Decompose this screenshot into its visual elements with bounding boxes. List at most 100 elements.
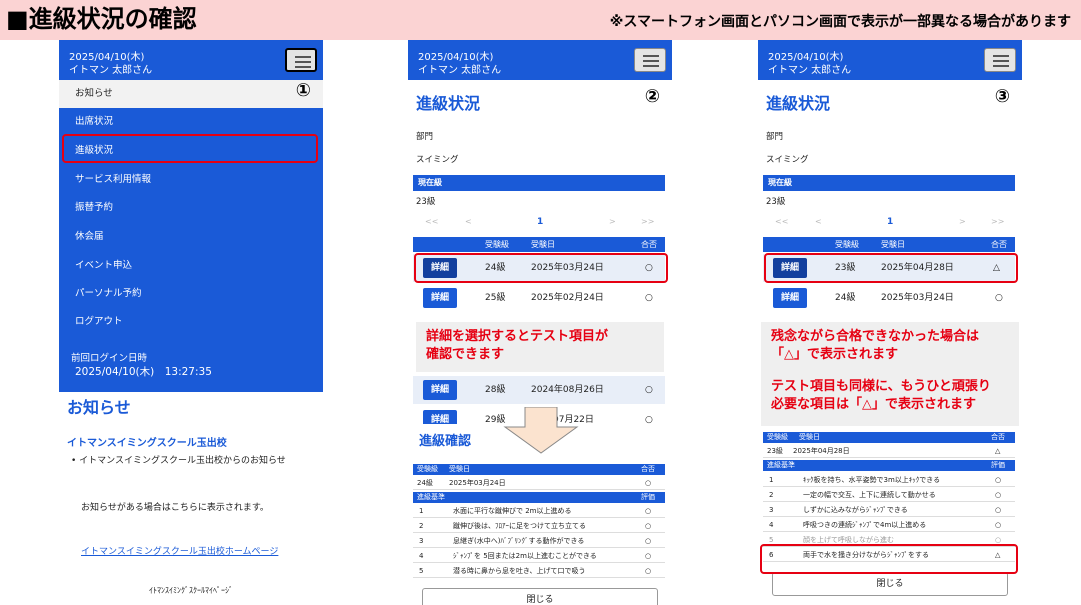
footer-text: ｲﾄﾏﾝｽｲﾐﾝｸﾞｽｸｰﾙﾏｲﾍﾟｰｼﾞ: [149, 586, 233, 595]
criteria-number: 5: [419, 567, 424, 575]
criteria-text: 一定の幅で交互、上下に連続して動かせる: [803, 491, 936, 499]
hamburger-menu-button[interactable]: [984, 48, 1016, 72]
criteria-header: 進級基準 評価: [763, 460, 1015, 471]
criteria-header: 進級基準 評価: [413, 492, 665, 503]
col-result: 合否: [641, 465, 655, 473]
sidebar-item-suspension[interactable]: 休会届: [59, 223, 323, 251]
col-grade: 受験級: [485, 240, 509, 249]
homepage-link[interactable]: イトマンスイミングスクール玉出校ホームページ: [81, 544, 278, 557]
criteria-result: ○: [995, 491, 1002, 499]
row-grade: 28級: [485, 385, 506, 395]
close-button[interactable]: 閉じる: [772, 572, 1008, 596]
modal-row: 23級 2025年04月28日 △: [763, 444, 1015, 458]
hamburger-menu-button[interactable]: [634, 48, 666, 72]
criteria-text: 息継ぎ(水中へ)ﾊﾞﾌﾞﾘﾝｸﾞする動作ができる: [453, 537, 585, 545]
row-result: △: [995, 447, 1001, 455]
criteria-result: ○: [995, 506, 1002, 514]
header-user: イトマン 太郎さん: [69, 65, 153, 76]
app-header: 2025/04/10(木) イトマン 太郎さん: [758, 40, 1022, 80]
callout-line: 必要な項目は「△」で表示されます: [771, 397, 976, 412]
banner-note: ※スマートフォン画面とパソコン画面で表示が一部異なる場合があります: [609, 14, 1071, 30]
callout-line: 残念ながら合格できなかった場合は: [771, 329, 980, 344]
detail-modal: 受験級 受験日 合否 23級 2025年04月28日 △ 進級基準 評価 1 ｷ…: [763, 430, 1015, 605]
instruction-callout: 残念ながら合格できなかった場合は 「△」で表示されます テスト項目も同様に、もう…: [761, 322, 1019, 426]
pager-last[interactable]: >>: [641, 217, 654, 226]
callout-line: 確認できます: [426, 347, 505, 362]
sidebar-item-transfer[interactable]: 振替予約: [59, 194, 323, 222]
news-info: お知らせがある場合はこちらに表示されます。: [81, 503, 269, 513]
row-result: ○: [645, 293, 653, 303]
pager-next[interactable]: >: [609, 217, 616, 226]
modal-row: 24級 2025年03月24日 ○: [413, 476, 665, 490]
criteria-result: ○: [645, 537, 652, 545]
current-grade-bar: 現在級: [763, 175, 1015, 191]
modal-header: 受験級 受験日 合否: [413, 464, 665, 475]
table-header: 受験級 受験日 合否: [413, 237, 665, 252]
pager-current[interactable]: 1: [887, 217, 893, 227]
pager-first[interactable]: <<: [425, 217, 438, 226]
sidebar-item-event[interactable]: イベント申込: [59, 252, 323, 280]
step-number: ③: [994, 86, 1010, 107]
criteria-number: 4: [419, 552, 424, 560]
row-grade: 24級: [835, 293, 856, 303]
panel-progress-detail: 2025/04/10(木) イトマン 太郎さん 進級状況 ② 部門 スイミング …: [408, 40, 672, 605]
hamburger-icon: [295, 66, 311, 68]
sidebar-item-personal[interactable]: パーソナル予約: [59, 280, 323, 308]
highlight-frame: [414, 253, 668, 283]
banner-title: ■進級状況の確認: [6, 5, 197, 33]
criteria-text: 水面に平行な蹴伸びで 2m以上進める: [453, 507, 572, 515]
col-grade: 受験級: [767, 433, 788, 441]
panel-progress-failed: 2025/04/10(木) イトマン 太郎さん 進級状況 ③ 部門 スイミング …: [758, 40, 1022, 605]
criteria-row: 1 ｷｯｸ板を持ち、水平姿勢で3m以上ｷｯｸできる ○: [763, 473, 1015, 487]
last-login-value: 2025/04/10(木) 13:27:35: [75, 366, 212, 378]
hamburger-icon: [993, 65, 1009, 67]
hamburger-icon: [295, 56, 311, 58]
last-login-label: 前回ログイン日時: [71, 353, 148, 364]
criteria-number: 1: [769, 476, 774, 484]
table-row: 詳細 28級 2024年08月26日 ○: [413, 376, 665, 404]
step-number: ②: [644, 86, 660, 107]
pager-last[interactable]: >>: [991, 217, 1004, 226]
criteria-label: 進級基準: [417, 493, 445, 501]
col-grade: 受験級: [417, 465, 438, 473]
sidebar-item-logout[interactable]: ログアウト: [59, 308, 323, 336]
criteria-result: ○: [645, 567, 652, 575]
dept-label: 部門: [416, 132, 434, 142]
current-grade-value: 23級: [416, 197, 436, 207]
detail-button[interactable]: 詳細: [423, 288, 457, 308]
pager-next[interactable]: >: [959, 217, 966, 226]
app-header: 2025/04/10(木) イトマン 太郎さん: [408, 40, 672, 80]
pager-prev[interactable]: <: [465, 217, 472, 226]
criteria-text: しずかに込みながらｼﾞｬﾝﾌﾟできる: [803, 506, 908, 514]
criteria-text: 蹴伸び後は、ﾌﾛｱｰに足をつけて立ち立てる: [453, 522, 586, 530]
row-result: ○: [995, 293, 1003, 303]
callout-line: 「△」で表示されます: [771, 347, 898, 362]
pager-first[interactable]: <<: [775, 217, 788, 226]
criteria-row: 2 蹴伸び後は、ﾌﾛｱｰに足をつけて立ち立てる ○: [413, 519, 665, 533]
row-grade: 24級: [417, 479, 433, 487]
criteria-number: 1: [419, 507, 424, 515]
news-title: お知らせ: [67, 398, 131, 417]
news-bullet: • イトマンスイミングスクール玉出校からのお知らせ: [71, 456, 286, 466]
row-grade: 23級: [767, 447, 783, 455]
criteria-text: 潜る時に鼻から息を吐き、上げて口で吸う: [453, 567, 586, 575]
evaluation-label: 評価: [991, 461, 1005, 469]
close-button[interactable]: 閉じる: [422, 588, 658, 605]
criteria-text: 呼吸つきの連続ｼﾞｬﾝﾌﾟで4m以上進める: [803, 521, 927, 529]
detail-button[interactable]: 詳細: [423, 380, 457, 400]
step-number: ①: [295, 80, 311, 101]
pager-current[interactable]: 1: [537, 217, 543, 227]
criteria-row: 5 潜る時に鼻から息を吐き、上げて口で吸う ○: [413, 564, 665, 578]
criteria-row: 3 しずかに込みながらｼﾞｬﾝﾌﾟできる ○: [763, 503, 1015, 517]
sidebar-item-news[interactable]: お知らせ: [59, 80, 323, 108]
criteria-number: 3: [419, 537, 424, 545]
sidebar-item-attendance[interactable]: 出席状況: [59, 108, 323, 136]
col-date: 受験日: [531, 240, 555, 249]
row-date: 2025年02月24日: [531, 293, 604, 303]
criteria-row: 3 息継ぎ(水中へ)ﾊﾞﾌﾞﾘﾝｸﾞする動作ができる ○: [413, 534, 665, 548]
hamburger-menu-button[interactable]: [285, 48, 317, 72]
sidebar-item-service[interactable]: サービス利用情報: [59, 166, 323, 194]
pager-prev[interactable]: <: [815, 217, 822, 226]
instruction-callout: 詳細を選択するとテスト項目が 確認できます: [416, 322, 664, 372]
detail-button[interactable]: 詳細: [773, 288, 807, 308]
